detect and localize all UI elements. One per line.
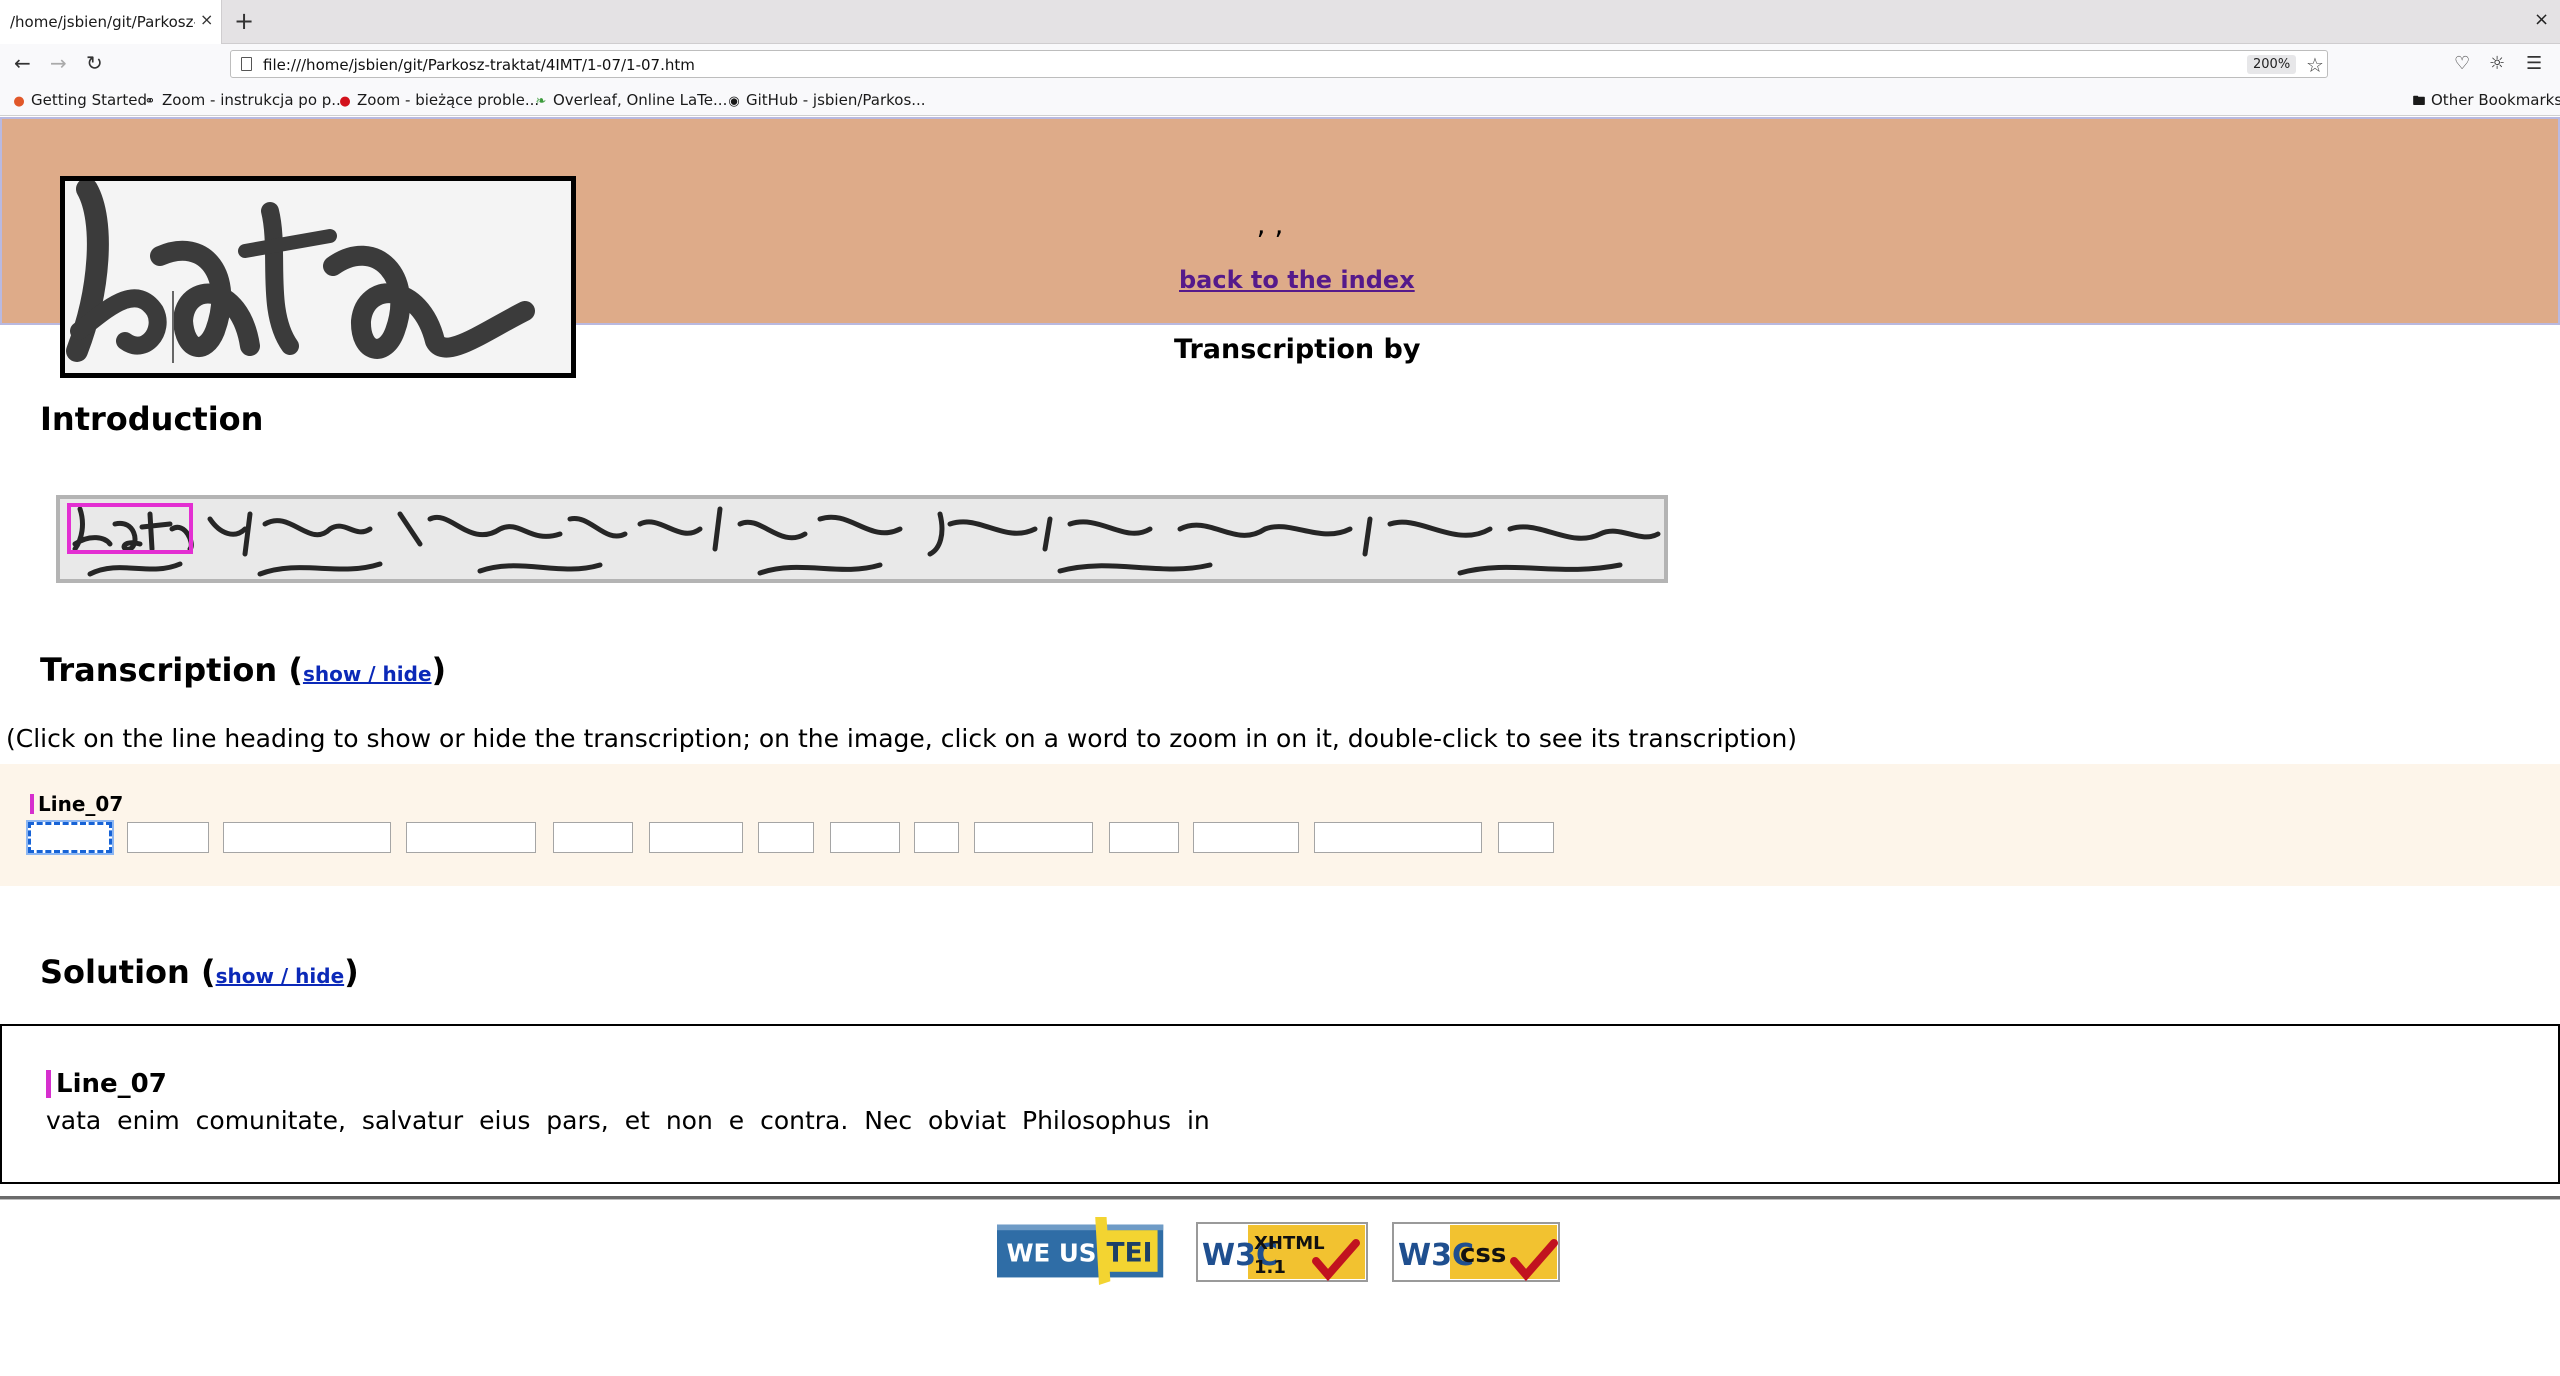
bookmark-getting-started[interactable]: ● Getting Started: [12, 91, 147, 109]
svg-text:1.1: 1.1: [1254, 1257, 1286, 1278]
word-input-8[interactable]: [830, 822, 900, 853]
back-to-index-link[interactable]: back to the index: [1179, 266, 1415, 294]
window-close-icon[interactable]: ×: [2534, 9, 2549, 30]
tab-bar: /home/jsbien/git/Parkosz-traktat/4IMT/1-…: [0, 0, 2560, 44]
other-bookmarks[interactable]: 🖿 Other Bookmarks: [2412, 91, 2560, 114]
introduction-heading[interactable]: Introduction: [40, 400, 263, 438]
svg-text:XHTML: XHTML: [1254, 1233, 1325, 1254]
solution-heading-label: Solution (: [40, 953, 216, 991]
back-arrow-icon[interactable]: ←: [14, 51, 31, 75]
word-input-3[interactable]: [223, 822, 391, 853]
solution-heading-paren: ): [344, 953, 359, 991]
forward-arrow-icon[interactable]: →: [50, 51, 67, 75]
menu-icon[interactable]: ☰: [2526, 53, 2542, 74]
header-commas: , ,: [1256, 208, 1284, 241]
zoom-level-badge[interactable]: 200%: [2247, 55, 2297, 74]
manuscript-script: [60, 499, 1664, 579]
url-bar[interactable]: file:///home/jsbien/git/Parkosz-traktat/…: [230, 50, 2328, 78]
word-input-9[interactable]: [914, 822, 959, 853]
word-input-14[interactable]: [1498, 822, 1554, 853]
word-thumbnail-image[interactable]: [60, 176, 576, 378]
line-heading[interactable]: Line_07: [30, 794, 123, 814]
handwritten-word-image: [65, 181, 571, 373]
solution-text: vata enim comunitate, salvatur eius pars…: [46, 1106, 1210, 1135]
bookmark-overleaf[interactable]: ❧ Overleaf, Online LaTe...: [534, 91, 728, 109]
folder-icon: 🖿: [2412, 94, 2426, 109]
word-input-11[interactable]: [1109, 822, 1179, 853]
url-text[interactable]: file:///home/jsbien/git/Parkosz-traktat/…: [263, 56, 695, 74]
svg-text:css: css: [1460, 1239, 1506, 1269]
alert-icon: ●: [339, 94, 351, 109]
transcription-heading-paren: ): [431, 651, 447, 689]
bookmark-star-icon[interactable]: ☆: [2306, 53, 2324, 77]
word-input-7[interactable]: [758, 822, 814, 853]
extension-icon[interactable]: ☼: [2489, 53, 2505, 74]
instructions-text: (Click on the line heading to show or hi…: [6, 724, 1798, 753]
transcription-panel: Line_07: [0, 764, 2560, 886]
tab-title: /home/jsbien/git/Parkosz-traktat/4IMT/1-…: [10, 13, 195, 31]
navigation-toolbar: ← → ↻ file:///home/jsbien/git/Parkosz-tr…: [0, 44, 2560, 84]
solution-box: Line_07 vata enim comunitate, salvatur e…: [0, 1024, 2560, 1184]
overleaf-icon: ❧: [535, 94, 547, 109]
word-input-1[interactable]: [26, 820, 114, 855]
solution-line-heading[interactable]: Line_07: [46, 1070, 167, 1098]
firefox-icon: ●: [13, 94, 25, 109]
new-tab-button[interactable]: +: [234, 7, 254, 35]
page-icon: [241, 57, 252, 71]
bookmark-zoom-problemy[interactable]: ● Zoom - bieżące proble...: [338, 91, 539, 109]
word-input-13[interactable]: [1314, 822, 1482, 853]
transcription-show-hide-link[interactable]: show / hide: [303, 662, 432, 686]
bookmarks-toolbar: ● Getting Started ⚭ Zoom - instrukcja po p…: [0, 84, 2560, 116]
solution-show-hide-link[interactable]: show / hide: [216, 964, 345, 988]
bookmark-zoom-instrukcja[interactable]: ⚭ Zoom - instrukcja po p...: [143, 91, 346, 109]
tei-badge[interactable]: WE USE TEI: [990, 1217, 1174, 1285]
selected-word-highlight[interactable]: [67, 503, 193, 554]
reload-icon[interactable]: ↻: [86, 51, 103, 75]
word-input-10[interactable]: [974, 822, 1093, 853]
word-input-6[interactable]: [649, 822, 743, 853]
word-input-4[interactable]: [406, 822, 536, 853]
footer-divider: [0, 1196, 2560, 1200]
globe-icon: ⚭: [144, 94, 156, 109]
active-tab[interactable]: /home/jsbien/git/Parkosz-traktat/4IMT/1-…: [0, 0, 222, 44]
word-input-2[interactable]: [127, 822, 209, 853]
solution-heading[interactable]: Solution (show / hide): [40, 953, 359, 991]
github-icon: ◉: [728, 94, 740, 109]
tab-close-icon[interactable]: ×: [200, 10, 213, 29]
bookmark-github[interactable]: ◉ GitHub - jsbien/Parkos...: [727, 91, 925, 109]
manuscript-line-image[interactable]: [56, 495, 1668, 583]
word-input-12[interactable]: [1193, 822, 1299, 853]
transcription-by-label: Transcription by: [1174, 334, 1421, 365]
word-input-5[interactable]: [553, 822, 633, 853]
pocket-icon[interactable]: ♡: [2454, 53, 2470, 74]
svg-text:TEI: TEI: [1107, 1237, 1153, 1268]
w3c-xhtml-badge[interactable]: W3C XHTML 1.1: [1196, 1217, 1372, 1285]
transcription-heading-label: Transcription (: [40, 651, 303, 689]
w3c-css-badge[interactable]: W3C css: [1392, 1217, 1562, 1285]
transcription-heading[interactable]: Transcription (show / hide): [40, 651, 446, 689]
